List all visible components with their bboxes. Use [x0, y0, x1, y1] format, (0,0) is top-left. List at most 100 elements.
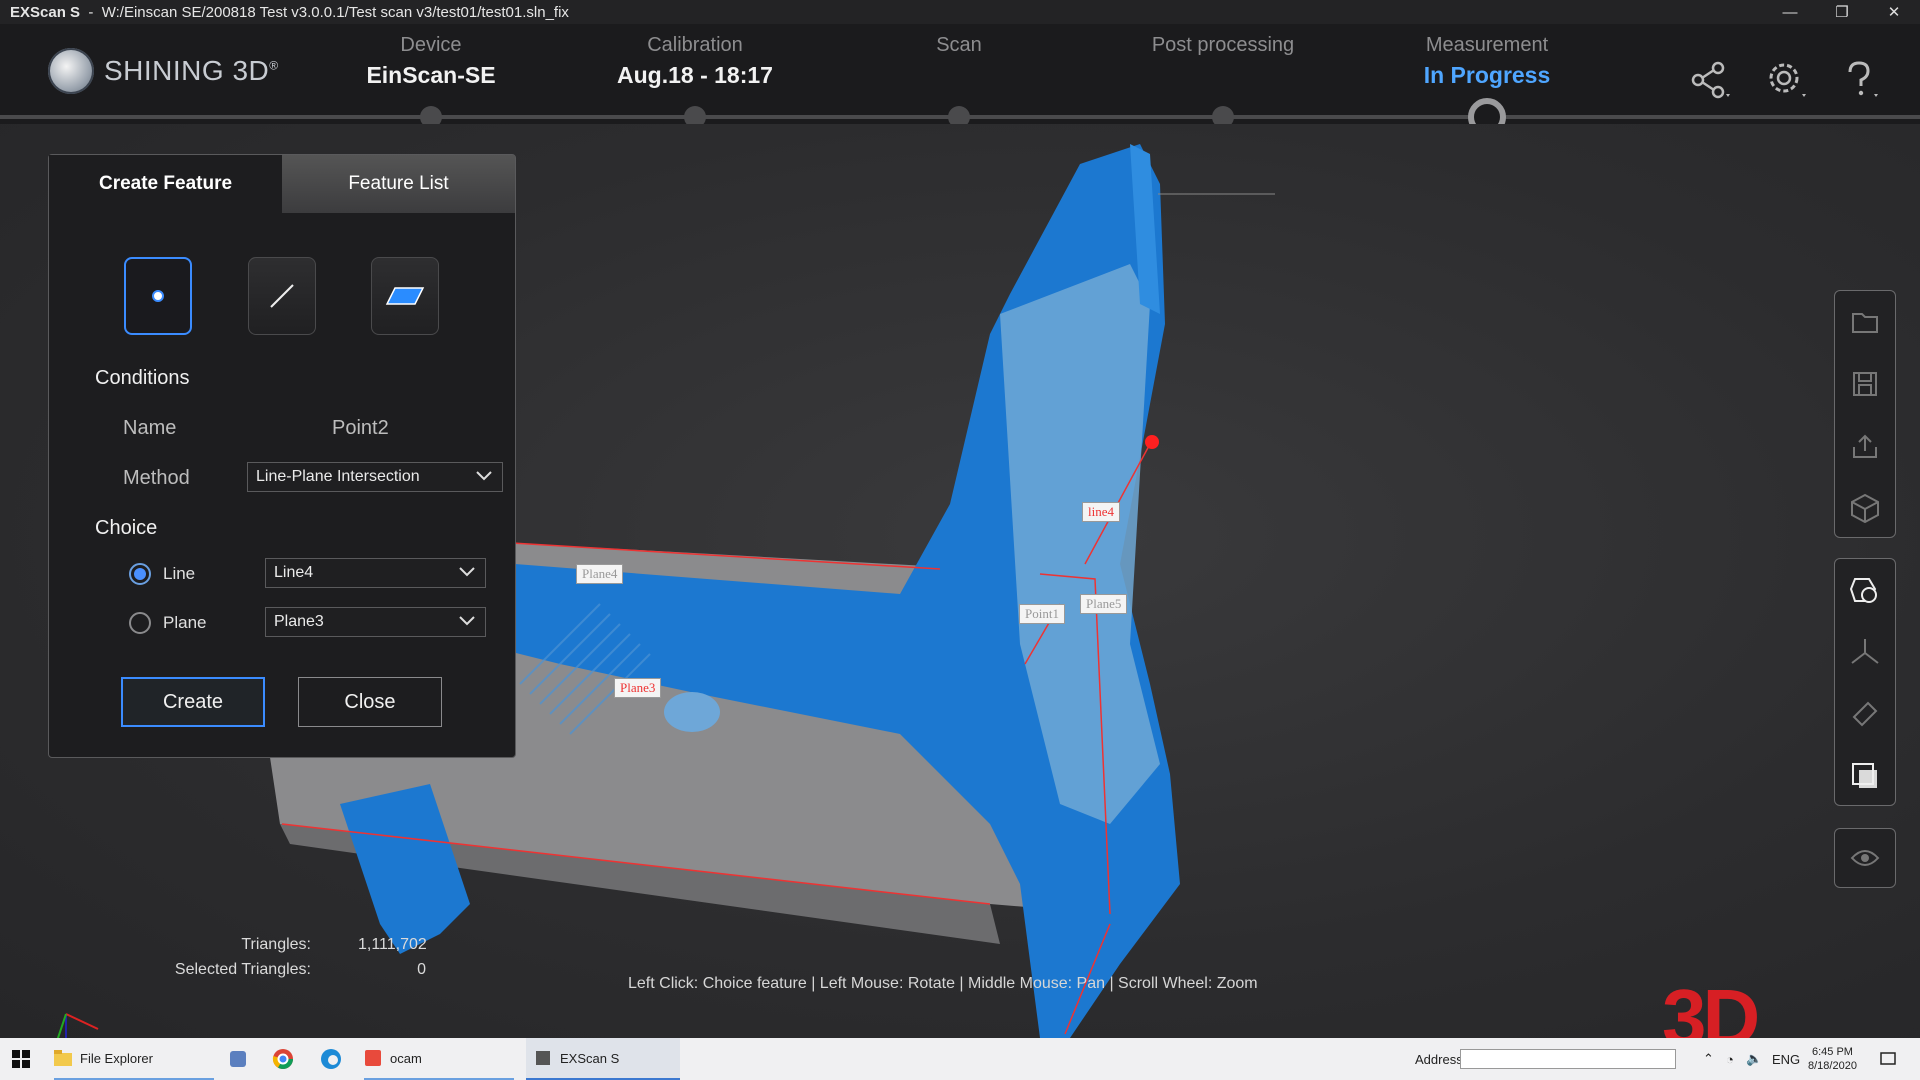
logo-icon	[48, 48, 94, 94]
file-path: W:/Einscan SE/200818 Test v3.0.0.1/Test …	[101, 3, 569, 21]
choice-heading: Choice	[95, 517, 158, 539]
network-icon[interactable]: ◔	[1726, 1038, 1734, 1080]
save-icon[interactable]	[1835, 353, 1895, 415]
taskbar-item-label: ocam	[390, 1050, 422, 1066]
step-post-processing[interactable]: Post processing	[1103, 34, 1343, 62]
view-toolbar	[1834, 558, 1896, 806]
label-plane4[interactable]: Plane4	[576, 564, 624, 584]
logo-text: SHINING 3D	[104, 55, 270, 86]
step-label: Device	[400, 34, 462, 56]
app-icon[interactable]	[228, 1038, 248, 1080]
logo-registered-mark: ®	[269, 58, 279, 73]
clock-date: 8/18/2020	[1808, 1060, 1857, 1072]
plane-radio[interactable]	[129, 612, 151, 634]
label-line4[interactable]: line4	[1082, 502, 1120, 522]
line-select-value: Line4	[274, 564, 314, 581]
selected-triangles-label: Selected Triangles:	[174, 961, 311, 978]
share-icon[interactable]	[1684, 52, 1740, 108]
line-radio-label: Line	[163, 564, 196, 583]
tab-create-feature[interactable]: Create Feature	[49, 155, 282, 213]
create-button[interactable]: Create	[121, 677, 265, 727]
step-label: Calibration	[647, 34, 743, 56]
method-label: Method	[123, 467, 190, 489]
step-label: Scan	[936, 34, 982, 56]
language-indicator[interactable]: ENG	[1772, 1038, 1800, 1080]
tab-feature-list[interactable]: Feature List	[282, 155, 515, 213]
windows-start-icon[interactable]	[12, 1038, 30, 1080]
line-icon	[270, 284, 294, 308]
app-name: EXScan S	[10, 3, 81, 21]
point-icon	[152, 290, 164, 302]
step-scan[interactable]: Scan	[839, 34, 1079, 62]
windows-taskbar: File Explorer ocam EXScan S Address ⌃ ◔ …	[0, 1038, 1920, 1080]
address-bar[interactable]	[1460, 1038, 1676, 1080]
settings-icon[interactable]	[1760, 52, 1816, 108]
view-cube-icon[interactable]	[1835, 745, 1895, 807]
step-device[interactable]: Device EinScan-SE	[311, 34, 551, 92]
chevron-up-icon[interactable]: ⌃	[1703, 1038, 1714, 1080]
taskbar-file-explorer[interactable]: File Explorer	[54, 1038, 214, 1080]
step-value: Aug.18 - 18:17	[617, 62, 773, 88]
chevron-down-icon	[459, 613, 475, 631]
shining3d-logo: SHINING 3D®	[48, 48, 279, 94]
line-feature-button[interactable]	[248, 257, 316, 335]
line-radio[interactable]	[129, 563, 151, 585]
visibility-toolbar	[1834, 828, 1896, 888]
restore-button[interactable]: ❐	[1816, 0, 1868, 24]
notification-icon[interactable]	[1880, 1038, 1896, 1080]
create-feature-panel: Create Feature Feature List Conditions N…	[48, 154, 516, 758]
chrome-icon[interactable]	[272, 1038, 294, 1080]
navigation-hint: Left Click: Choice feature | Left Mouse:…	[628, 975, 1258, 992]
step-label: Post processing	[1151, 34, 1295, 56]
taskbar-item-label: EXScan S	[560, 1050, 620, 1066]
title-bar: EXScan S - W:/Einscan SE/200818 Test v3.…	[0, 0, 1920, 24]
method-select-value: Line-Plane Intersection	[256, 468, 420, 485]
volume-icon[interactable]: 🔈	[1746, 1038, 1762, 1080]
triangles-label: Triangles:	[241, 936, 311, 953]
step-value: In Progress	[1423, 62, 1551, 88]
taskbar-exscan[interactable]: EXScan S	[526, 1038, 680, 1080]
feature-icon[interactable]	[1835, 559, 1895, 621]
label-plane5[interactable]: Plane5	[1080, 594, 1128, 614]
triangles-value: 1,111,702	[358, 936, 427, 953]
axis-icon[interactable]	[1835, 621, 1895, 683]
plane-feature-button[interactable]	[371, 257, 439, 335]
close-button[interactable]: Close	[298, 677, 442, 727]
step-label: Measurement	[1425, 34, 1549, 56]
clock-time: 6:45 PM	[1811, 1046, 1853, 1058]
chevron-down-icon	[476, 468, 492, 486]
plane-icon	[385, 287, 425, 305]
line-select[interactable]: Line4	[265, 558, 486, 588]
name-value: Point2	[332, 417, 389, 439]
point-feature-button[interactable]	[124, 257, 192, 335]
plane-select-value: Plane3	[274, 613, 324, 630]
close-window-button[interactable]: ✕	[1868, 0, 1920, 24]
edge-icon[interactable]	[320, 1038, 342, 1080]
folder-icon	[54, 1050, 72, 1066]
eye-icon[interactable]	[1835, 829, 1895, 887]
minimize-button[interactable]: —	[1764, 0, 1816, 24]
taskbar-item-label: File Explorer	[80, 1050, 153, 1066]
name-label: Name	[123, 417, 177, 439]
file-toolbar	[1834, 290, 1896, 538]
step-calibration[interactable]: Calibration Aug.18 - 18:17	[575, 34, 815, 92]
method-select[interactable]: Line-Plane Intersection	[247, 462, 503, 492]
clock[interactable]: 6:45 PM 8/18/2020	[1808, 1038, 1857, 1080]
plane-radio-label: Plane	[163, 613, 207, 632]
taskbar-ocam[interactable]: ocam	[364, 1038, 514, 1080]
selected-triangles-value: 0	[417, 961, 426, 978]
step-measurement[interactable]: Measurement In Progress	[1367, 34, 1607, 92]
folder-icon[interactable]	[1835, 291, 1895, 353]
label-point1[interactable]: Point1	[1019, 604, 1065, 624]
help-icon[interactable]	[1834, 52, 1890, 108]
plane-select[interactable]: Plane3	[265, 607, 486, 637]
measure-icon[interactable]	[1835, 683, 1895, 745]
export-icon[interactable]	[1835, 415, 1895, 477]
cube-icon[interactable]	[1835, 477, 1895, 539]
conditions-heading: Conditions	[95, 367, 190, 389]
header: SHINING 3D® Device EinScan-SE Calibratio…	[0, 24, 1920, 136]
label-plane3[interactable]: Plane3	[614, 678, 662, 698]
step-value: EinScan-SE	[366, 62, 496, 88]
address-label: Address	[1415, 1051, 1463, 1067]
exscan-icon	[536, 1051, 550, 1065]
